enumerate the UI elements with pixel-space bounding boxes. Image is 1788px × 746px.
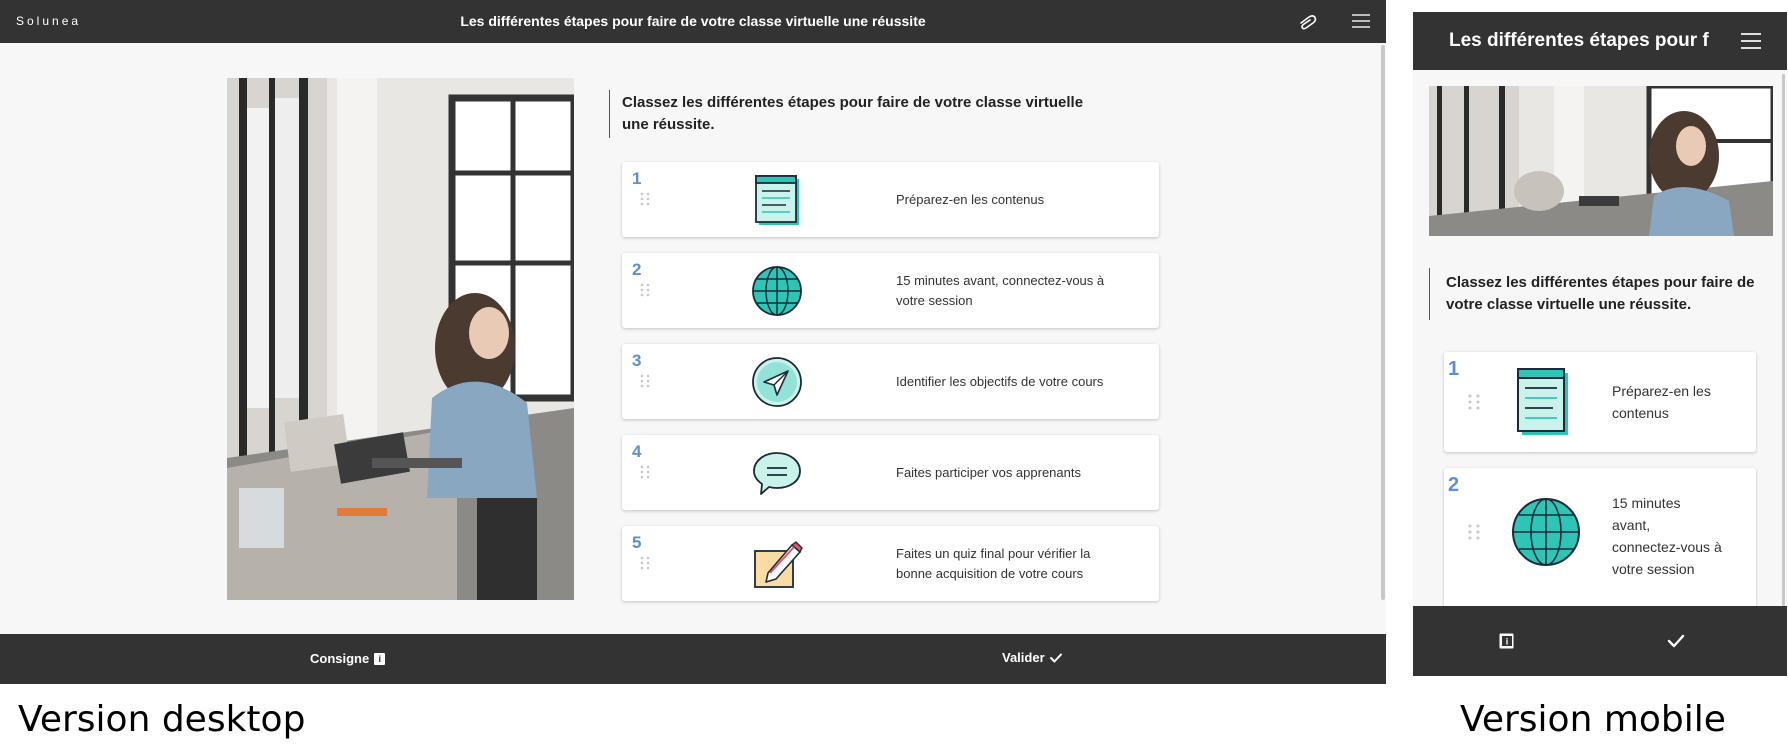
caption-mobile: Version mobile	[1460, 699, 1726, 740]
sortable-item[interactable]: 5 Faites un quiz final pour vérifier la …	[622, 526, 1159, 601]
notebook-icon	[1517, 368, 1568, 435]
desktop-header: Les différentes étapes pour faire de vot…	[0, 0, 1386, 43]
drag-handle-icon[interactable]	[640, 374, 650, 388]
sortable-item[interactable]: 1 Préparez-en les contenus	[622, 162, 1159, 237]
item-label: Identifier les objectifs de votre cours	[896, 373, 1104, 389]
sortable-item[interactable]: 2 15 minutes avant, connectez-vous à vot…	[1444, 468, 1756, 608]
drag-handle-icon[interactable]	[1468, 524, 1480, 540]
item-label: 15 minutes avant, connectez-vous à votre…	[1612, 495, 1722, 577]
mobile-version: Les différentes étapes pour f Classez le…	[1413, 12, 1787, 676]
item-label: 15 minutes avant, connectez-vous à votre…	[896, 272, 1105, 308]
hero-photo	[1429, 86, 1773, 236]
menu-icon[interactable]	[1741, 33, 1761, 49]
validate-label: Valider	[1002, 650, 1045, 665]
item-number: 3	[632, 351, 642, 370]
drag-handle-icon[interactable]	[1468, 394, 1480, 410]
menu-icon[interactable]	[1352, 14, 1370, 28]
drag-handle-icon[interactable]	[640, 465, 650, 479]
item-label: Faites un quiz final pour vérifier la bo…	[896, 545, 1091, 581]
globe-icon	[752, 266, 802, 316]
mobile-footer: i	[1413, 606, 1787, 676]
logo: Solunea	[16, 14, 82, 28]
hero-photo	[227, 78, 574, 600]
page-title: Les différentes étapes pour faire de vot…	[460, 13, 926, 29]
desktop-version: Les différentes étapes pour faire de vot…	[0, 0, 1386, 684]
validate-button[interactable]	[1667, 633, 1685, 649]
paper-plane-icon	[752, 357, 802, 407]
comparison-canvas: Les différentes étapes pour faire de vot…	[0, 0, 1788, 746]
sortable-item[interactable]: 2 15 minutes avant, connectez-vous à vot…	[622, 253, 1159, 328]
chat-bubble-icon	[753, 452, 801, 495]
sortable-item[interactable]: 1 Préparez-en les contenus	[1444, 352, 1756, 452]
sortable-item[interactable]: 4 Faites participer vos apprenants	[622, 435, 1159, 510]
check-icon	[1049, 653, 1062, 662]
globe-icon	[1512, 498, 1580, 566]
info-icon: i	[374, 652, 386, 665]
instruction-text: Classez les différentes étapes pour fair…	[1429, 268, 1769, 320]
item-number: 2	[1448, 474, 1460, 496]
scrollbar[interactable]	[1782, 74, 1785, 606]
drag-handle-icon[interactable]	[640, 192, 650, 206]
item-label: Faites participer vos apprenants	[896, 464, 1081, 480]
item-number: 1	[1448, 358, 1460, 380]
consigne-button[interactable]: Consigne i	[310, 651, 386, 666]
caption-desktop: Version desktop	[18, 699, 306, 740]
consigne-button[interactable]: i	[1499, 633, 1514, 649]
consigne-label: Consigne	[310, 651, 370, 666]
notebook-icon	[755, 175, 799, 225]
item-number: 5	[632, 533, 642, 552]
drag-handle-icon[interactable]	[640, 556, 650, 570]
desktop-footer: Consigne i Valider	[0, 634, 1386, 684]
item-number: 4	[632, 442, 642, 461]
drag-handle-icon[interactable]	[640, 283, 650, 297]
validate-button[interactable]: Valider	[1002, 650, 1062, 665]
item-label: Préparez-en les contenus	[896, 191, 1045, 207]
instruction-text: Classez les différentes étapes pour fair…	[609, 90, 1109, 138]
item-number: 1	[632, 169, 642, 188]
paperclip-icon[interactable]	[1297, 13, 1319, 31]
pencil-note-icon	[754, 541, 803, 588]
mobile-header: Les différentes étapes pour f	[1413, 12, 1787, 70]
item-number: 2	[632, 260, 642, 279]
scrollbar[interactable]	[1381, 45, 1385, 600]
svg-text:i: i	[1506, 637, 1509, 647]
item-label: Préparez-en les contenus	[1612, 383, 1711, 421]
sortable-item[interactable]: 3 Identifier les objectifs de votre cour…	[622, 344, 1159, 419]
page-title: Les différentes étapes pour f	[1449, 30, 1709, 51]
